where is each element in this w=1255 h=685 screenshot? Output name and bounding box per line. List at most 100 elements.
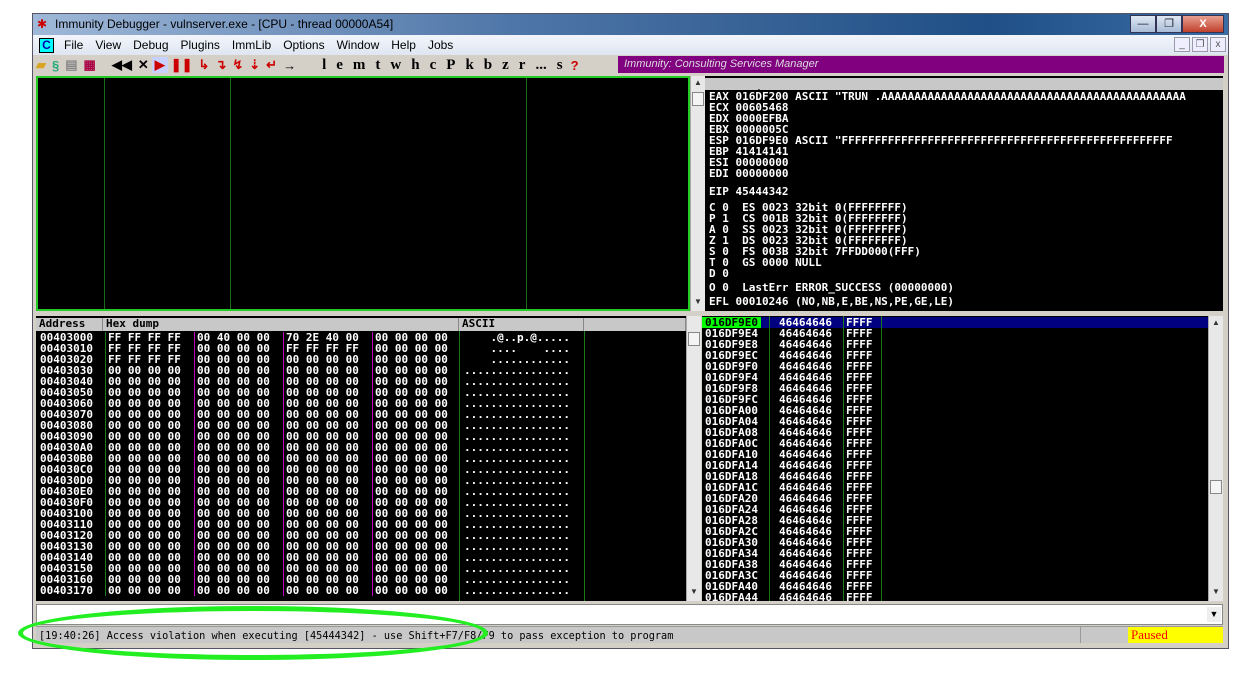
stack-row[interactable]: 016DFA44 46464646 FFFF [702,592,1208,601]
help-button[interactable]: ? [568,58,582,73]
stack-row[interactable]: 016DFA3C 46464646 FFFF [702,570,1208,581]
dump-row[interactable]: 00403170 00 00 00 00 00 00 00 00 00 00 00 0… [36,585,686,596]
command-dropdown-icon[interactable]: ▼ [1207,607,1221,622]
stack-row[interactable]: 016DFA24 46464646 FFFF [702,504,1208,515]
stack-row[interactable]: 016DFA18 46464646 FFFF [702,471,1208,482]
close-process-button[interactable]: ✕ [135,57,152,73]
status-spacer [1080,627,1127,643]
menu-file[interactable]: File [58,35,89,55]
column-divider [104,78,105,309]
pause-button[interactable]: ❚❚ [168,57,196,73]
open-icon[interactable]: ▰ [33,57,49,73]
step-into-button[interactable]: ↳ [196,57,213,73]
menu-window[interactable]: Window [331,35,386,55]
stack-row[interactable]: 016DF9EC 46464646 FFFF [702,350,1208,361]
dump-scrollbar[interactable]: ▼ [686,316,701,601]
stack-row[interactable]: 016DF9E8 46464646 FFFF [702,339,1208,350]
maximize-button[interactable]: ❐ [1156,15,1182,33]
stack-scrollbar[interactable]: ▲ ▼ [1208,316,1223,601]
patches-button[interactable]: P [441,57,460,74]
menu-jobs[interactable]: Jobs [422,35,459,55]
snapshots-button[interactable]: z [497,57,514,74]
disassembly-pane[interactable] [36,76,690,311]
stack-row[interactable]: 016DF9E0 46464646 FFFF [702,317,1208,328]
mdi-close-button[interactable]: x [1210,37,1226,52]
close-button[interactable]: X [1182,15,1224,33]
close-file-icon[interactable]: ▤ [62,57,80,73]
trace-into-button[interactable]: ↯ [229,57,246,73]
stack-row[interactable]: 016DFA00 46464646 FFFF [702,405,1208,416]
menu-options[interactable]: Options [277,35,330,55]
stack-row[interactable]: 016DFA1C 46464646 FFFF [702,482,1208,493]
execute-till-return-button[interactable]: ↵ [263,57,280,73]
stack-row[interactable]: 016DFA38 46464646 FFFF [702,559,1208,570]
eip-register[interactable]: EIP 45444342 [709,186,788,197]
dump-header-address[interactable]: Address [36,318,103,331]
trace-over-button[interactable]: ⇣ [246,57,263,73]
general-registers: EAX 016DF200 ASCII "TRUN .AAAAAAAAAAAAAA… [709,91,1186,179]
menu-view[interactable]: View [89,35,127,55]
flag-line: D 0 [709,267,729,280]
step-over-button[interactable]: ↴ [212,57,229,73]
menu-debug[interactable]: Debug [127,35,174,55]
efl-register[interactable]: EFL 00010246 (NO,NB,E,BE,NS,PE,GE,LE) [709,296,954,307]
stack-row[interactable]: 016DFA40 46464646 FFFF [702,581,1208,592]
cpu-window-icon[interactable]: C [39,37,54,53]
windows-button[interactable]: w [385,57,406,74]
log-window-button[interactable]: l [317,57,331,74]
stack-row[interactable]: 016DFA0C 46464646 FFFF [702,438,1208,449]
stack-row[interactable]: 016DFA04 46464646 FFFF [702,416,1208,427]
run-button[interactable]: ▶ [151,57,168,73]
dump-header-hex[interactable]: Hex dump [103,318,459,331]
scroll-thumb[interactable] [692,92,704,106]
dump-header-ascii[interactable]: ASCII [459,318,584,331]
stack-row[interactable]: 016DF9E4 46464646 FFFF [702,328,1208,339]
disassembly-scrollbar[interactable]: ▲ ▼ [690,76,705,311]
hex-dump-pane[interactable]: Address Hex dump ASCII 00403000 FF FF FF … [36,316,686,601]
scroll-down-icon[interactable]: ▼ [1209,587,1223,599]
scroll-thumb[interactable] [688,332,700,346]
call-stack-button[interactable]: k [460,57,478,74]
stack-row[interactable]: 016DF9F8 46464646 FFFF [702,383,1208,394]
column-divider [526,78,527,309]
breakpoints-button[interactable]: b [479,57,497,74]
scroll-down-icon[interactable]: ▼ [691,297,705,309]
threads-button[interactable]: t [370,57,385,74]
mdi-restore-button[interactable]: ❐ [1192,37,1208,52]
cpu-button[interactable]: c [425,57,442,74]
go-to-button[interactable]: → [280,58,299,73]
menu-help[interactable]: Help [385,35,422,55]
memory-map-button[interactable]: m [348,57,371,74]
stack-pane[interactable]: 016DF9E0 46464646 FFFF 016DF9E4 46464646 FFFF… [702,316,1208,601]
column-divider [843,316,844,601]
menu-immlib[interactable]: ImmLib [226,35,277,55]
menu-plugins[interactable]: Plugins [175,35,226,55]
handles-button[interactable]: h [406,57,424,74]
restart-icon[interactable]: § [49,58,62,73]
stack-row[interactable]: 016DF9F0 46464646 FFFF [702,361,1208,372]
memory-icon[interactable]: ▦ [81,57,99,73]
stack-row[interactable]: 016DFA14 46464646 FFFF [702,460,1208,471]
consulting-banner[interactable]: Immunity: Consulting Services Manager [618,56,1224,73]
stack-row[interactable]: 016DFA08 46464646 FFFF [702,427,1208,438]
stack-row[interactable]: 016DFA30 46464646 FFFF [702,537,1208,548]
run-trace-button[interactable]: r [514,57,531,74]
more-button[interactable]: ... [530,57,551,74]
stack-row[interactable]: 016DFA2C 46464646 FFFF [702,526,1208,537]
scroll-up-icon[interactable]: ▲ [1209,318,1223,330]
scroll-up-icon[interactable]: ▲ [691,78,705,90]
source-button[interactable]: s [552,57,568,74]
rewind-button[interactable]: ◀◀ [109,57,135,73]
stack-row[interactable]: 016DF9F4 46464646 FFFF [702,372,1208,383]
stack-row[interactable]: 016DFA20 46464646 FFFF [702,493,1208,504]
scroll-down-icon[interactable]: ▼ [687,587,701,599]
stack-row[interactable]: 016DFA10 46464646 FFFF [702,449,1208,460]
modules-button[interactable]: e [331,57,348,74]
minimize-button[interactable]: — [1130,15,1156,33]
mdi-minimize-button[interactable]: _ [1174,37,1190,52]
stack-row[interactable]: 016DFA34 46464646 FFFF [702,548,1208,559]
scroll-thumb[interactable] [1210,480,1222,494]
stack-row[interactable]: 016DFA28 46464646 FFFF [702,515,1208,526]
registers-pane[interactable]: Registers (FPU) < < < < < < EAX 016DF200… [705,76,1223,311]
stack-row[interactable]: 016DF9FC 46464646 FFFF [702,394,1208,405]
